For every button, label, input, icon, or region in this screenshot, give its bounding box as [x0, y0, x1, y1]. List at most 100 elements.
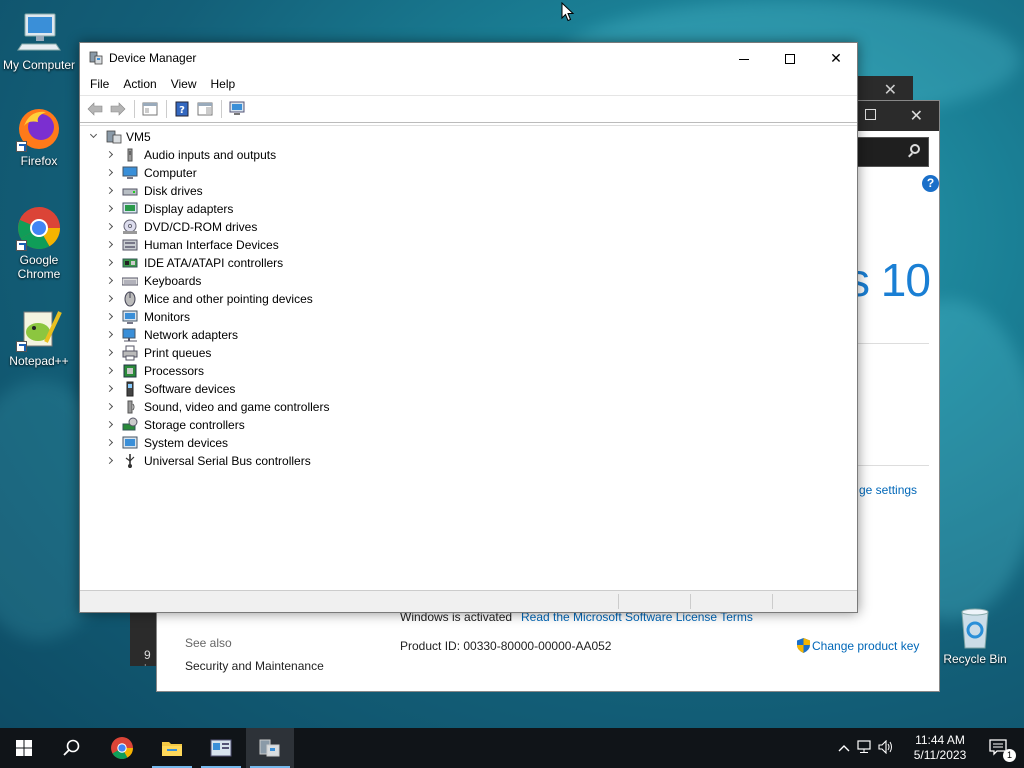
system-tray — [838, 728, 900, 768]
desktop-icon-firefox[interactable]: Firefox — [1, 106, 77, 168]
tree-category-sound-video-and-game-controllers[interactable]: Sound, video and game controllers — [106, 398, 329, 416]
chevron-right-icon[interactable] — [106, 277, 114, 285]
tree-category-print-queues[interactable]: Print queues — [106, 344, 211, 362]
minimize-button[interactable] — [721, 43, 767, 73]
desktop-icon-google-chrome[interactable]: Google Chrome — [1, 205, 77, 281]
tree-category-disk-drives[interactable]: Disk drives — [106, 182, 203, 200]
console-tree-icon — [142, 102, 158, 116]
network-icon[interactable] — [856, 739, 878, 757]
tree-category-label: IDE ATA/ATAPI controllers — [144, 256, 284, 270]
search-button[interactable] — [48, 728, 96, 768]
tree-root-label: VM5 — [126, 130, 151, 144]
tree-category-audio-inputs-and-outputs[interactable]: Audio inputs and outputs — [106, 146, 276, 164]
chevron-right-icon[interactable] — [106, 421, 114, 429]
window-title: Device Manager — [109, 51, 197, 65]
change-settings-link[interactable]: ge settings — [859, 483, 917, 497]
help-button[interactable]: ? — [171, 99, 193, 119]
taskbar-system-settings[interactable] — [197, 728, 245, 768]
tree-category-system-devices[interactable]: System devices — [106, 434, 228, 452]
maximize-icon[interactable] — [865, 109, 876, 120]
chevron-right-icon[interactable] — [106, 385, 114, 393]
chevron-up-icon[interactable] — [838, 741, 856, 755]
chevron-right-icon[interactable] — [106, 295, 114, 303]
chevron-right-icon[interactable] — [106, 205, 114, 213]
menu-action[interactable]: Action — [117, 77, 162, 91]
tree-category-label: Audio inputs and outputs — [144, 148, 277, 162]
tree-category-software-devices[interactable]: Software devices — [106, 380, 235, 398]
tree-category-ide-ata-atapi-controllers[interactable]: IDE ATA/ATAPI controllers — [106, 254, 283, 272]
close-icon[interactable]: ✕ — [910, 106, 923, 126]
chevron-right-icon[interactable] — [106, 403, 114, 411]
tree-category-network-adapters[interactable]: Network adapters — [106, 326, 238, 344]
action-center-button[interactable]: 1 — [976, 728, 1024, 768]
tree-category-label: Network adapters — [144, 328, 239, 342]
chevron-right-icon[interactable] — [106, 223, 114, 231]
change-product-key-link[interactable]: Change product key — [797, 638, 919, 653]
menu-file[interactable]: File — [84, 77, 115, 91]
divider — [857, 465, 929, 466]
search-icon — [910, 144, 920, 154]
device-manager-titlebar[interactable]: Device Manager ✕ — [80, 43, 857, 73]
tree-category-computer[interactable]: Computer — [106, 164, 197, 182]
action-pane-button[interactable] — [194, 99, 216, 119]
menu-view[interactable]: View — [165, 77, 203, 91]
start-button[interactable] — [0, 728, 48, 768]
chevron-right-icon[interactable] — [106, 151, 114, 159]
system-device-icon — [122, 436, 138, 449]
tree-category-keyboards[interactable]: Keyboards — [106, 272, 201, 290]
close-icon[interactable]: ✕ — [884, 80, 897, 100]
chevron-right-icon[interactable] — [106, 187, 114, 195]
show-hide-console-tree-button[interactable] — [139, 99, 161, 119]
chevron-right-icon[interactable] — [106, 331, 114, 339]
help-icon[interactable]: ? — [922, 175, 939, 192]
tree-category-dvd-cd-rom-drives[interactable]: DVD/CD-ROM drives — [106, 218, 257, 236]
tree-category-storage-controllers[interactable]: Storage controllers — [106, 416, 245, 434]
taskbar-file-explorer[interactable] — [148, 728, 196, 768]
tree-category-label: Human Interface Devices — [144, 238, 279, 252]
tree-category-monitors[interactable]: Monitors — [106, 308, 190, 326]
tree-category-processors[interactable]: Processors — [106, 362, 204, 380]
tree-category-label: Processors — [144, 364, 205, 378]
back-button[interactable] — [84, 99, 106, 119]
tree-category-display-adapters[interactable]: Display adapters — [106, 200, 233, 218]
product-id: Product ID: 00330-80000-00000-AA052 — [400, 639, 612, 653]
ide-controller-icon — [122, 258, 138, 268]
chevron-down-icon[interactable] — [90, 133, 98, 141]
processor-icon — [123, 364, 137, 378]
dvd-drive-icon — [123, 219, 137, 234]
desktop-icon-notepad-plus-plus[interactable]: Notepad++ — [1, 306, 77, 368]
chevron-right-icon[interactable] — [106, 439, 114, 447]
forward-button[interactable] — [107, 99, 129, 119]
taskbar-device-manager[interactable] — [246, 728, 294, 768]
taskbar-chrome[interactable] — [98, 728, 146, 768]
volume-icon[interactable] — [878, 739, 900, 757]
tree-category-human-interface-devices[interactable]: Human Interface Devices — [106, 236, 279, 254]
close-button[interactable]: ✕ — [813, 43, 859, 73]
maximize-button[interactable] — [767, 43, 813, 73]
tree-category-label: Print queues — [144, 346, 212, 360]
security-maintenance-link[interactable]: Security and Maintenance — [185, 659, 324, 673]
toolbar-separator — [134, 100, 135, 118]
menu-help[interactable]: Help — [205, 77, 242, 91]
chevron-right-icon[interactable] — [106, 169, 114, 177]
tree-category-universal-serial-bus-controllers[interactable]: Universal Serial Bus controllers — [106, 452, 311, 470]
tree-category-mice-and-other-pointing-devices[interactable]: Mice and other pointing devices — [106, 290, 313, 308]
taskbar-clock[interactable]: 11:44 AM 5/11/2023 — [910, 733, 970, 763]
desktop-icon-recycle-bin[interactable]: Recycle Bin — [937, 604, 1013, 666]
chevron-right-icon[interactable] — [106, 241, 114, 249]
action-pane-icon — [197, 102, 213, 116]
chevron-right-icon[interactable] — [106, 349, 114, 357]
scan-hardware-button[interactable] — [226, 99, 248, 119]
desktop-icon-my-computer[interactable]: My Computer — [1, 10, 77, 72]
printer-icon — [122, 345, 138, 361]
forward-arrow-icon — [110, 102, 126, 116]
tree-root[interactable]: VM5 — [90, 128, 151, 146]
taskbar: 11:44 AM 5/11/2023 1 — [0, 728, 1024, 768]
chevron-right-icon[interactable] — [106, 259, 114, 267]
chevron-right-icon[interactable] — [106, 457, 114, 465]
recycle-bin-icon — [952, 604, 998, 650]
system-search-box[interactable] — [847, 137, 929, 167]
chevron-right-icon[interactable] — [106, 313, 114, 321]
tree-category-label: Software devices — [144, 382, 236, 396]
chevron-right-icon[interactable] — [106, 367, 114, 375]
